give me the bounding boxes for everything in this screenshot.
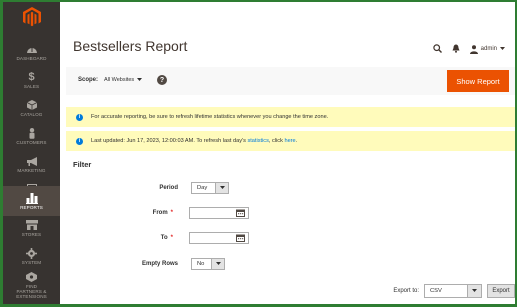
last-updated-prefix: Last updated: Jun 17, 2023, 12:00:03 AM.…: [91, 138, 248, 144]
sidebar-item-catalog[interactable]: CATALOG: [3, 94, 60, 122]
sidebar-item-marketing[interactable]: MARKETING: [3, 150, 60, 178]
scope-value: All Websites: [104, 77, 135, 83]
person-icon: [25, 127, 39, 139]
from-label: From *: [93, 210, 173, 216]
export-format-select[interactable]: CSV: [424, 284, 482, 298]
partners-icon: [25, 272, 39, 283]
empty-rows-label: Empty Rows: [141, 261, 178, 267]
sidebar-label: CATALOG: [20, 111, 43, 117]
to-label: To *: [93, 235, 173, 241]
admin-user-menu[interactable]: admin: [469, 44, 505, 54]
megaphone-icon: [25, 156, 39, 167]
sidebar-label: DASHBOARD: [16, 55, 47, 61]
sidebar-label: REPORTS: [20, 204, 43, 210]
scope-label: Scope:: [78, 77, 99, 83]
from-date-input[interactable]: [189, 207, 249, 219]
gauge-icon: [25, 44, 39, 55]
app-frame: DASHBOARD $ SALES CATALOG CUSTOMERS MARK…: [3, 2, 515, 304]
export-label: Export to:: [393, 288, 419, 294]
bar-chart-icon: [25, 192, 39, 204]
sidebar-label: SALES: [23, 83, 40, 89]
bell-icon[interactable]: [452, 40, 460, 58]
refresh-notice-text: For accurate reporting, be sure to refre…: [91, 114, 329, 120]
sidebar-item-dashboard[interactable]: DASHBOARD: [3, 38, 60, 66]
period-value: Day: [197, 185, 208, 191]
chevron-down-icon: [137, 78, 143, 81]
export-format-value: CSV: [430, 288, 442, 294]
period-label: Period: [159, 185, 178, 191]
gear-icon: [25, 247, 39, 259]
last-updated-message: i Last updated: Jun 17, 2023, 12:00:03 A…: [66, 131, 515, 151]
info-icon: i: [76, 113, 83, 121]
sidebar-item-system[interactable]: SYSTEM: [3, 242, 60, 270]
sidebar-item-partners[interactable]: FIND PARTNERS & EXTENSIONS: [3, 268, 60, 302]
box-icon: [25, 100, 39, 111]
sidebar-label: SYSTEM: [21, 259, 42, 265]
last-updated-text: Last updated: Jun 17, 2023, 12:00:03 AM.…: [91, 138, 297, 144]
calendar-icon[interactable]: [236, 234, 245, 242]
show-report-button[interactable]: Show Report: [447, 70, 509, 92]
scope-toolbar: Scope: All Websites ? Show Report: [66, 67, 515, 95]
here-link[interactable]: here: [284, 138, 295, 144]
sidebar-label: CUSTOMERS: [16, 139, 47, 145]
admin-sidebar: DASHBOARD $ SALES CATALOG CUSTOMERS MARK…: [3, 2, 60, 304]
sidebar-label: FIND PARTNERS & EXTENSIONS: [16, 283, 47, 299]
chevron-down-icon: [500, 47, 505, 50]
to-date-input[interactable]: [189, 232, 249, 244]
required-asterisk: *: [170, 235, 173, 241]
last-updated-suffix: .: [295, 138, 298, 144]
statistics-link[interactable]: statistics: [247, 138, 268, 144]
required-asterisk: *: [170, 210, 173, 216]
filter-section-title: Filter: [73, 160, 92, 169]
help-icon[interactable]: ?: [157, 75, 167, 85]
from-label-text: From: [152, 210, 168, 216]
chevron-down-icon: [211, 259, 224, 269]
sidebar-item-sales[interactable]: $ SALES: [3, 66, 60, 94]
admin-username: admin: [480, 46, 497, 52]
refresh-notice-message: i For accurate reporting, be sure to ref…: [66, 107, 515, 127]
magento-logo[interactable]: [3, 2, 60, 32]
page-title: Bestsellers Report: [73, 38, 188, 54]
chevron-down-icon: [467, 285, 481, 297]
calendar-icon[interactable]: [236, 209, 245, 217]
scope-switcher[interactable]: All Websites: [104, 77, 143, 83]
dollar-icon: $: [28, 71, 35, 83]
user-icon: [469, 44, 478, 54]
header-actions: admin: [432, 40, 505, 58]
info-icon: i: [76, 137, 83, 145]
search-icon[interactable]: [432, 40, 442, 58]
sidebar-item-customers[interactable]: CUSTOMERS: [3, 122, 60, 150]
magento-logo-icon: [22, 7, 41, 27]
empty-rows-value: No: [197, 261, 205, 267]
sidebar-label: STORES: [21, 231, 42, 237]
chevron-down-icon: [215, 183, 228, 193]
export-button[interactable]: Export: [487, 284, 515, 298]
last-updated-middle: , click: [268, 138, 285, 144]
period-select[interactable]: Day: [191, 182, 229, 194]
store-icon: [25, 220, 39, 231]
main-content: Bestsellers Report admin Scope: All Webs…: [60, 2, 515, 304]
export-controls: Export to: CSV Export: [393, 284, 515, 298]
to-label-text: To: [160, 235, 168, 241]
sidebar-label: MARKETING: [17, 167, 46, 173]
empty-rows-select[interactable]: No: [191, 258, 225, 270]
sidebar-item-stores[interactable]: STORES: [3, 214, 60, 242]
sidebar-item-reports[interactable]: REPORTS: [3, 186, 60, 216]
